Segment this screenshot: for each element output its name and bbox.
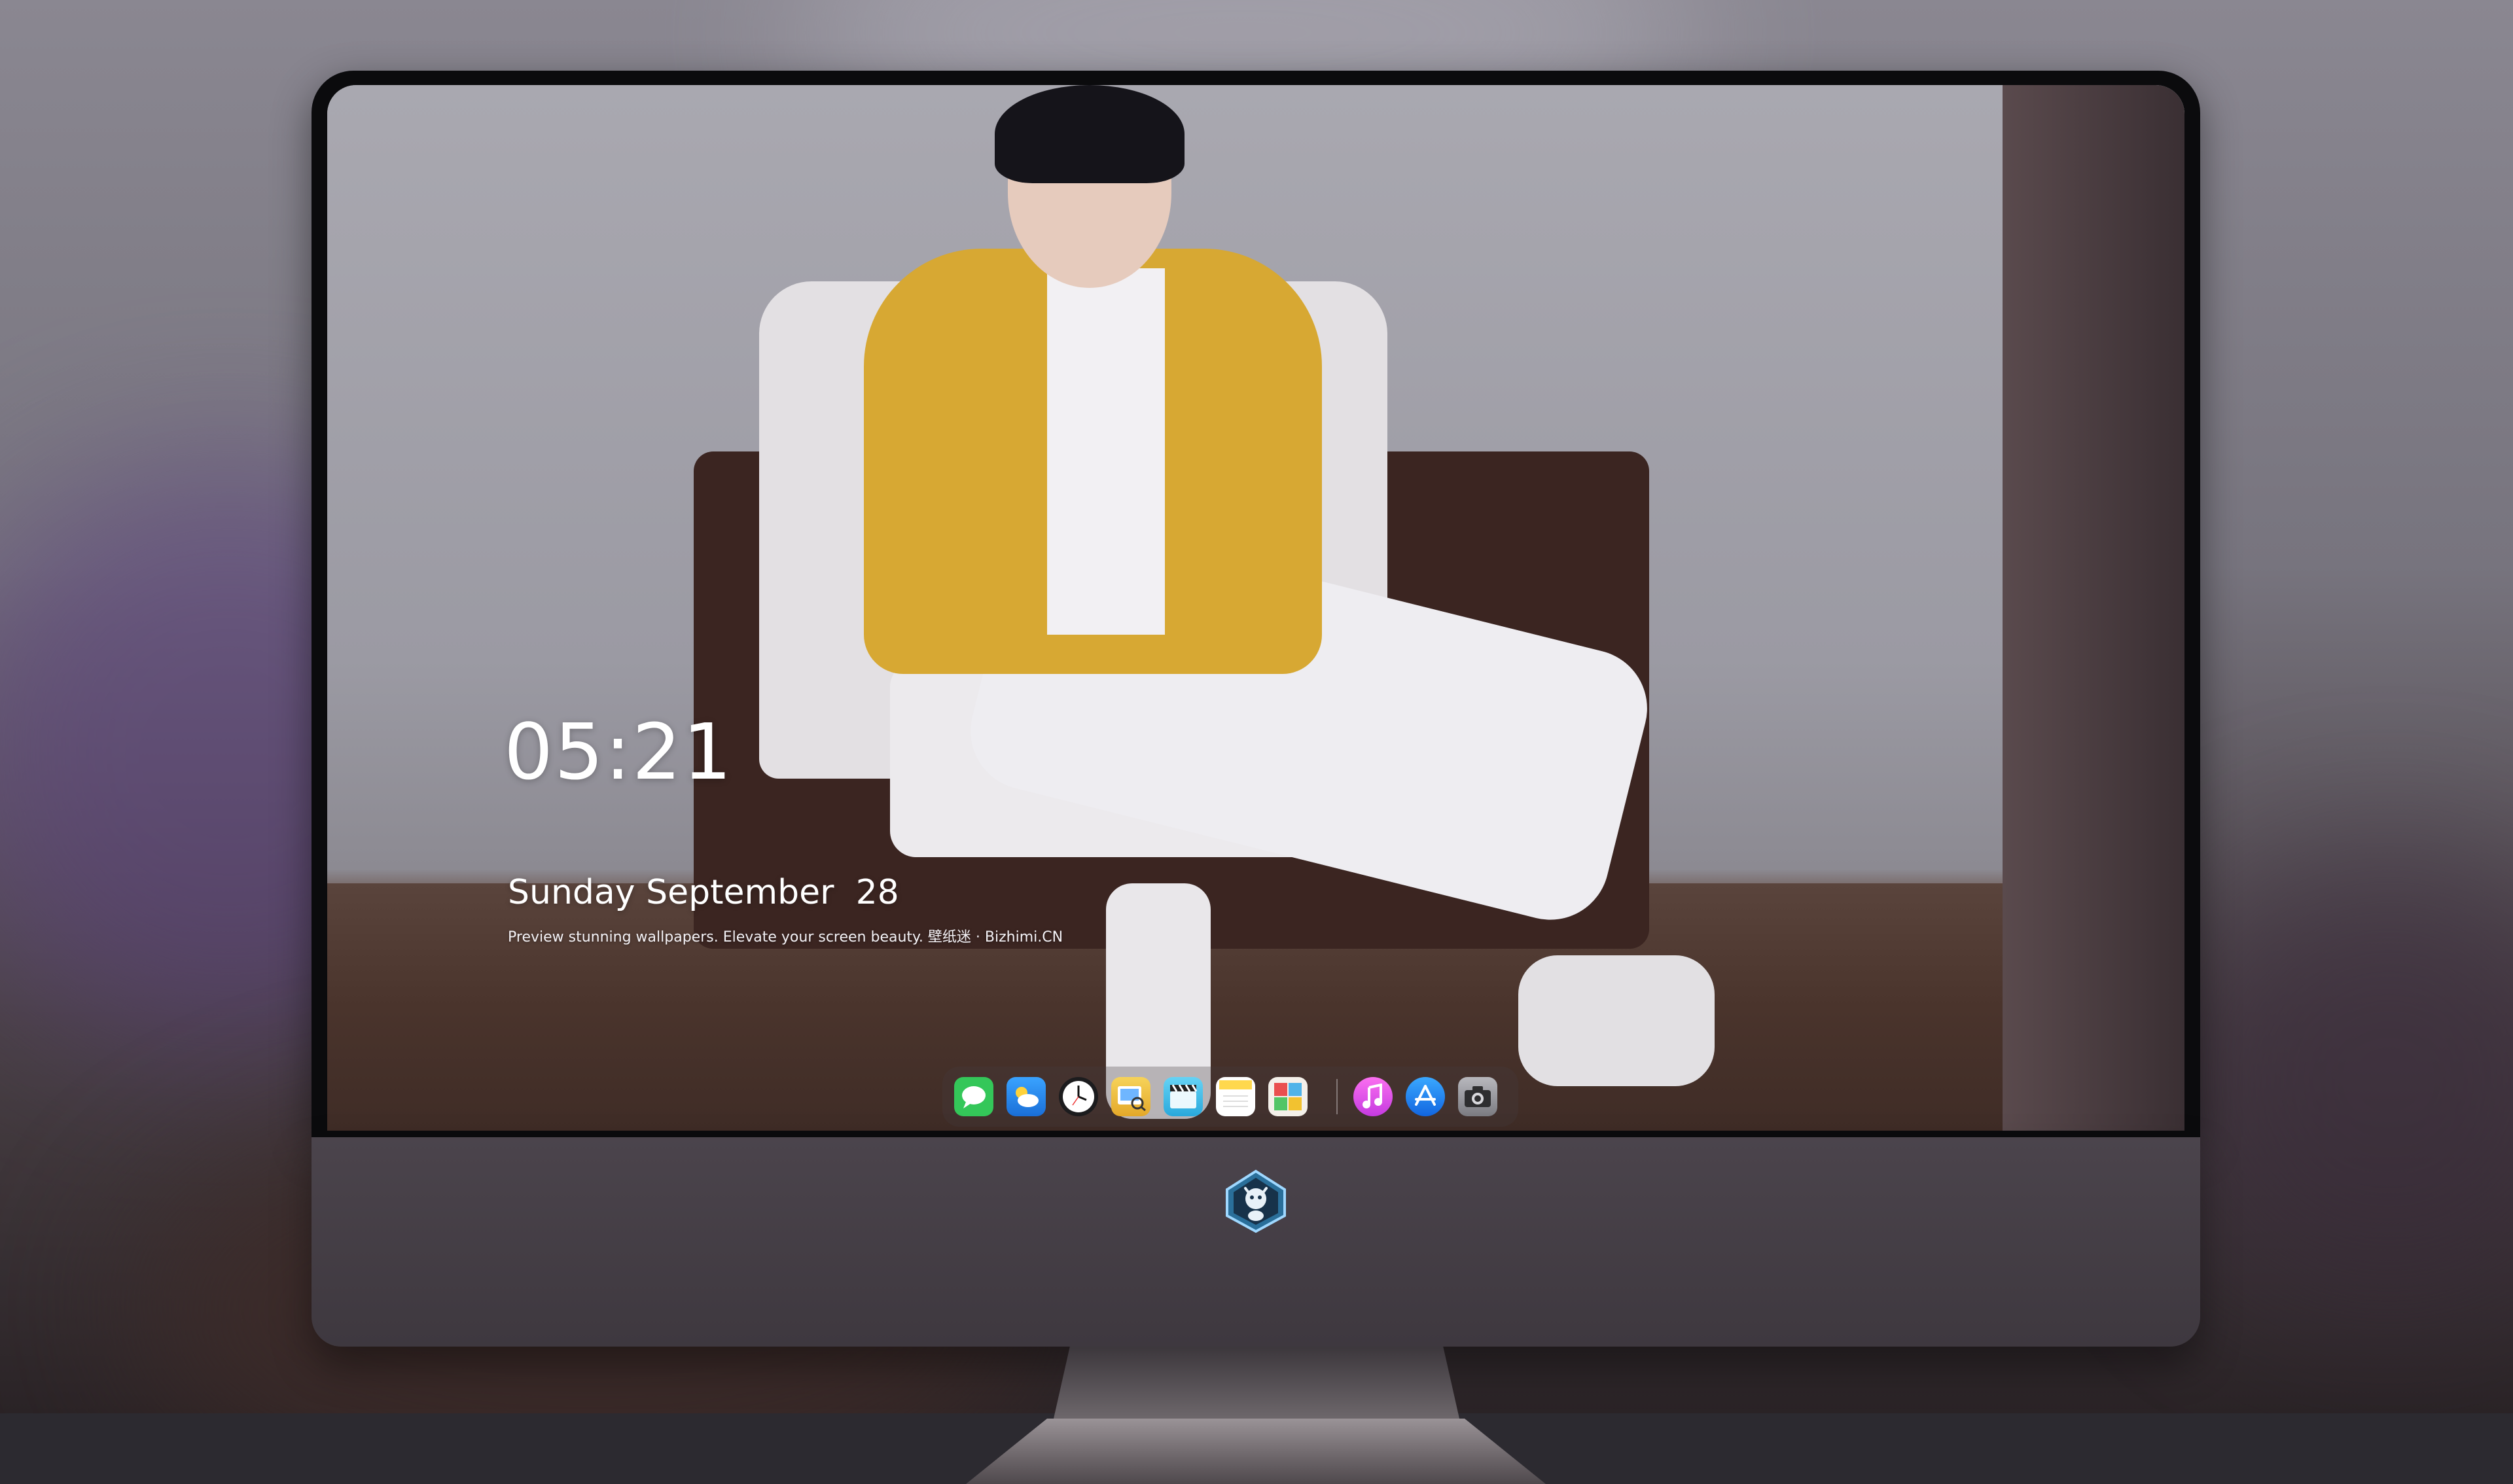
monitor-stand-neck [1054, 1347, 1459, 1419]
monitor-bezel: 05:21 Sunday September 28 Preview stunni… [312, 71, 2200, 1137]
imac-device: 05:21 Sunday September 28 Preview stunni… [312, 71, 2200, 1484]
clock-icon[interactable] [1059, 1077, 1098, 1116]
desktop-screen: 05:21 Sunday September 28 Preview stunni… [327, 85, 2184, 1131]
monitor-stand-base [966, 1419, 1546, 1484]
camera-icon[interactable] [1458, 1077, 1497, 1116]
clips-icon[interactable] [1164, 1077, 1203, 1116]
itunes-icon[interactable] [1353, 1077, 1393, 1116]
photo-booth-icon[interactable] [1268, 1077, 1308, 1116]
notes-icon[interactable] [1216, 1077, 1255, 1116]
wallpaper-person-boot-right [1518, 955, 1715, 1086]
monitor-chin [312, 1137, 2200, 1347]
dragon-mascot-icon [1223, 1169, 1289, 1234]
wallpaper-person-hair [995, 85, 1185, 183]
app-store-icon[interactable] [1406, 1077, 1445, 1116]
lockscreen-tagline: Preview stunning wallpapers. Elevate you… [508, 929, 1063, 945]
wallpaper-person-shirt [1047, 268, 1165, 635]
messages-icon[interactable] [954, 1077, 993, 1116]
preview-icon[interactable] [1111, 1077, 1150, 1116]
lockscreen-date: Sunday September 28 [508, 873, 899, 912]
dock [942, 1067, 1518, 1127]
wallpaper-door [2003, 85, 2184, 1131]
lockscreen-time: 05:21 [504, 707, 734, 797]
dock-separator [1336, 1079, 1338, 1114]
weather-icon[interactable] [1007, 1077, 1046, 1116]
